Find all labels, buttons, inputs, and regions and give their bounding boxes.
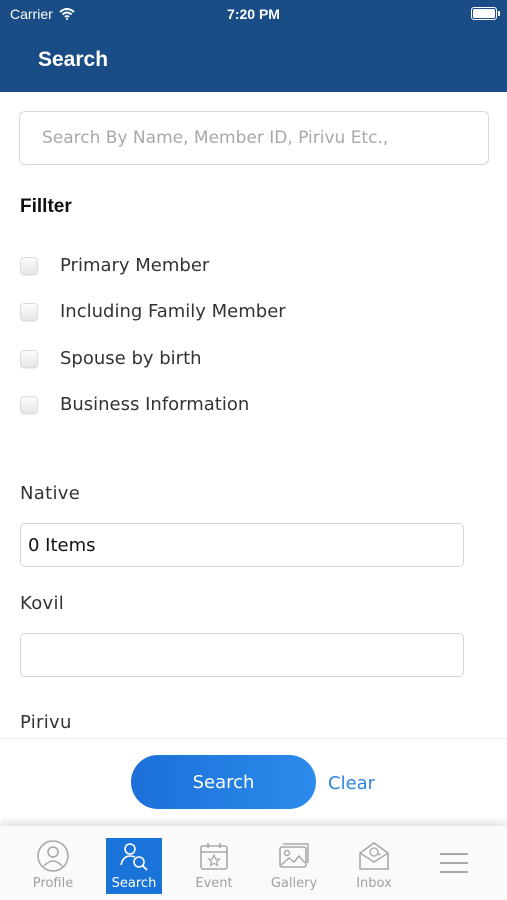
tab-label: Profile	[32, 876, 74, 891]
tab-label: Search	[111, 876, 157, 891]
profile-icon	[35, 838, 71, 874]
kovil-field[interactable]	[20, 633, 464, 677]
checkbox[interactable]	[20, 395, 38, 414]
mail-icon	[356, 838, 392, 874]
tab-event[interactable]: Event	[186, 838, 242, 894]
calendar-star-icon	[196, 838, 232, 874]
checkbox-including-family-member[interactable]: Including Family Member	[20, 301, 286, 322]
kovil-label: Kovil	[20, 593, 65, 614]
native-label: Native	[20, 483, 81, 504]
tab-menu[interactable]	[426, 838, 482, 894]
page-title: Search	[38, 48, 109, 71]
pirivu-label: Pirivu	[20, 712, 72, 733]
tab-label: Inbox	[356, 876, 392, 891]
nav-bar: Search	[0, 28, 507, 92]
filter-title: Fillter	[20, 196, 72, 217]
checkbox-label: Primary Member	[60, 255, 210, 276]
tab-label: Gallery	[270, 876, 318, 891]
checkbox[interactable]	[20, 302, 38, 321]
checkbox-business-information[interactable]: Business Information	[20, 394, 249, 415]
tab-search[interactable]: Search	[106, 838, 162, 894]
checkbox-label: Including Family Member	[60, 301, 286, 322]
menu-icon	[436, 838, 472, 888]
gallery-icon	[276, 838, 312, 874]
checkbox-spouse-by-birth[interactable]: Spouse by birth	[20, 348, 202, 369]
clear-button[interactable]: Clear	[328, 773, 375, 794]
action-bar: Search Clear	[0, 738, 507, 826]
search-button[interactable]: Search	[131, 755, 316, 809]
battery-icon	[471, 7, 500, 20]
checkbox-label: Spouse by birth	[60, 348, 202, 369]
search-user-icon	[116, 838, 152, 874]
status-bar: Carrier 7:20 PM	[0, 0, 507, 28]
search-input[interactable]	[19, 111, 489, 165]
tab-bar: Profile Search Event Gallery Inbox	[0, 826, 507, 900]
checkbox-primary-member[interactable]: Primary Member	[20, 255, 209, 276]
tab-label: Event	[195, 876, 233, 891]
tab-gallery[interactable]: Gallery	[266, 838, 322, 894]
checkbox[interactable]	[20, 256, 38, 275]
tab-inbox[interactable]: Inbox	[346, 838, 402, 894]
tab-profile[interactable]: Profile	[25, 838, 81, 894]
native-field[interactable]: 0 Items	[20, 523, 464, 567]
checkbox[interactable]	[20, 349, 38, 368]
checkbox-label: Business Information	[60, 394, 250, 415]
status-time: 7:20 PM	[227, 6, 280, 22]
